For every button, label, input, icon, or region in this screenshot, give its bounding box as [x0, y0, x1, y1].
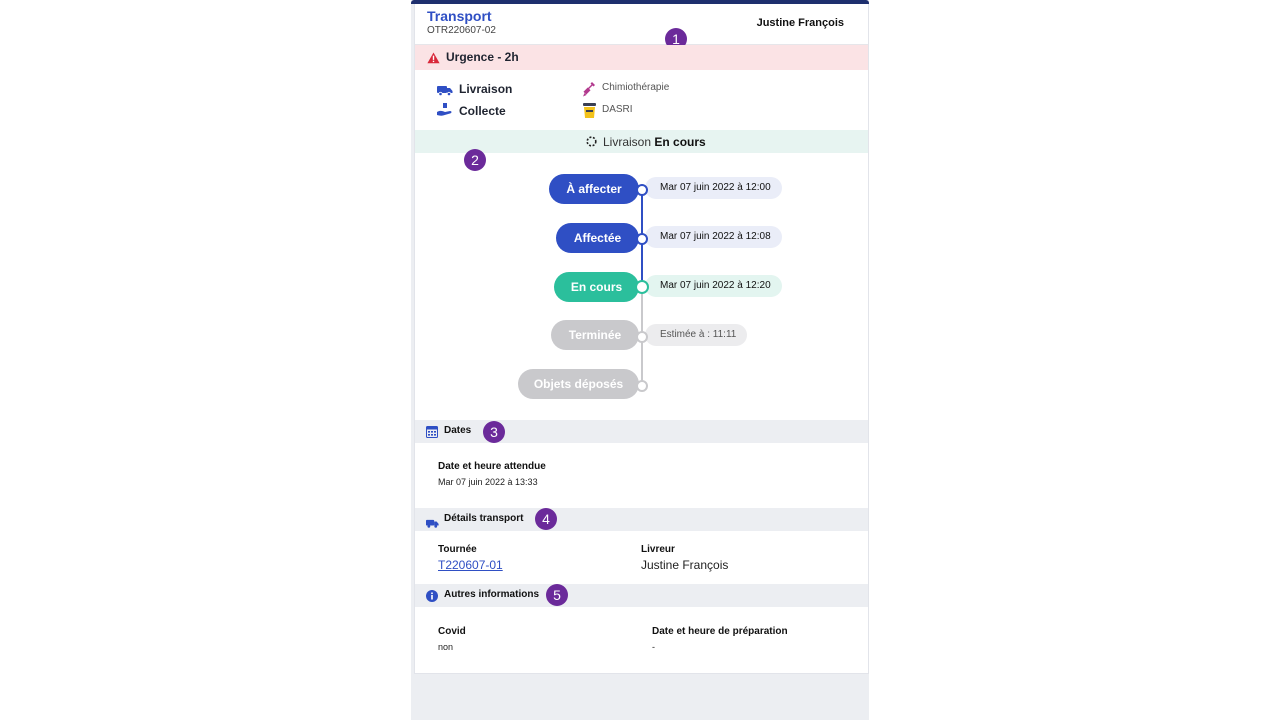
- category-dasri: DASRI: [602, 104, 633, 115]
- section-title: Autres informations: [444, 589, 540, 600]
- warning-triangle-icon: [427, 51, 440, 69]
- step-en-cours[interactable]: En cours: [554, 272, 639, 302]
- timeline-node: [636, 184, 648, 196]
- urgency-label: Urgence - 2h: [446, 50, 519, 64]
- field-value: Mar 07 juin 2022 à 13:33: [438, 477, 538, 487]
- step-terminee[interactable]: Terminée: [551, 320, 639, 350]
- transport-card: Transport OTR220607-02 Justine François …: [414, 4, 869, 674]
- section-title: Dates: [444, 425, 472, 436]
- step-date: Mar 07 juin 2022 à 12:00: [645, 177, 782, 199]
- type-livraison: Livraison: [459, 82, 513, 96]
- type-collecte: Collecte: [459, 104, 506, 118]
- status-bar: Livraison En cours: [415, 130, 868, 153]
- section-other-header: Autres informations: [415, 584, 868, 607]
- urgency-banner: Urgence - 2h: [415, 45, 868, 70]
- step-estimate: Estimée à : 11:11: [645, 324, 748, 346]
- status-value: En cours: [654, 135, 706, 149]
- field-value: Justine François: [641, 558, 729, 572]
- truck-icon: [426, 515, 439, 533]
- section-transport-header: Détails transport: [415, 508, 868, 531]
- info-icon: [426, 589, 438, 607]
- annotation-badge-4: 4: [535, 508, 557, 530]
- step-date: Mar 07 juin 2022 à 12:20: [645, 275, 782, 297]
- annotation-badge-3: 3: [483, 421, 505, 443]
- field-label: Date et heure attendue: [438, 461, 546, 472]
- loading-spinner-icon: [586, 136, 597, 150]
- transport-code: OTR220607-02: [427, 25, 496, 36]
- step-date: Mar 07 juin 2022 à 12:08: [645, 226, 782, 248]
- field-label: Tournée: [438, 544, 477, 555]
- annotation-badge-5: 5: [546, 584, 568, 606]
- category-chimiotherapie: Chimiothérapie: [602, 82, 670, 93]
- timeline-node: [636, 233, 648, 245]
- step-a-affecter[interactable]: À affecter: [549, 174, 639, 204]
- field-label: Date et heure de préparation: [652, 626, 788, 637]
- section-title: Détails transport: [444, 513, 524, 524]
- timeline-node: [636, 380, 648, 392]
- field-label: Livreur: [641, 544, 675, 555]
- truck-icon: [437, 83, 453, 101]
- status-prefix: Livraison: [603, 135, 652, 149]
- header-user-name[interactable]: Justine François: [757, 17, 844, 29]
- annotation-badge-2: 2: [464, 149, 486, 171]
- calendar-icon: [426, 425, 438, 443]
- syringe-icon: [583, 82, 595, 102]
- tournee-link[interactable]: T220607-01: [438, 558, 503, 572]
- field-label: Covid: [438, 626, 466, 637]
- page-title: Transport: [427, 8, 492, 24]
- step-affectee[interactable]: Affectée: [556, 223, 639, 253]
- timeline-node-current: [635, 280, 649, 294]
- timeline-node: [636, 331, 648, 343]
- field-value: non: [438, 642, 454, 652]
- step-objets-deposes[interactable]: Objets déposés: [518, 369, 639, 399]
- waste-bin-icon: [583, 102, 596, 123]
- hand-package-icon: [437, 103, 453, 122]
- field-value: -: [652, 642, 655, 652]
